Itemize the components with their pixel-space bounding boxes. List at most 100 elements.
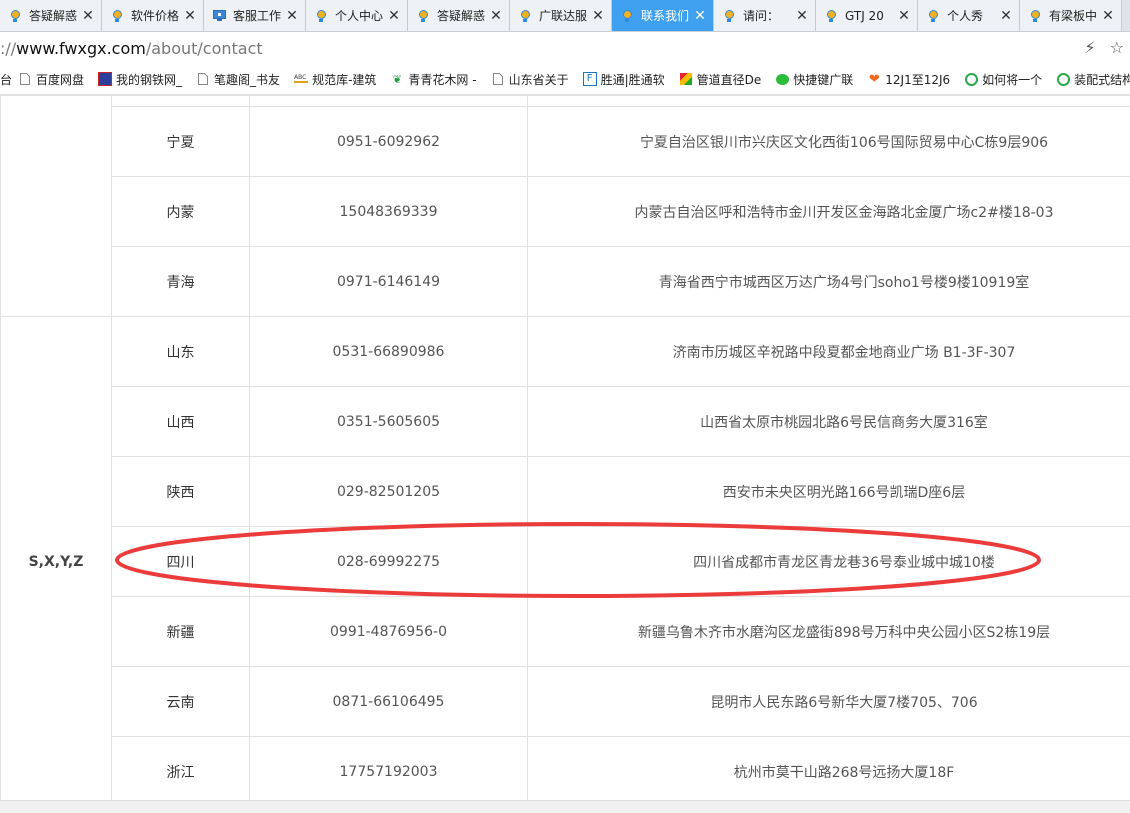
tab-label: 答疑解惑 bbox=[29, 7, 78, 24]
bookmark-label: 快捷键广联 bbox=[793, 71, 853, 88]
table-row: 宁夏0951-6092962宁夏自治区银川市兴庆区文化西街106号国际贸易中心C… bbox=[1, 107, 1130, 177]
monitor-icon bbox=[212, 9, 226, 23]
close-icon[interactable]: ✕ bbox=[387, 8, 401, 24]
puzzle-icon bbox=[679, 72, 693, 86]
phone-cell: 0951-6092962 bbox=[250, 107, 528, 177]
steel-icon bbox=[98, 72, 112, 86]
tab-7[interactable]: 请问：✕ bbox=[714, 0, 816, 31]
province-cell: 山东 bbox=[112, 317, 250, 387]
table-row bbox=[1, 96, 1130, 107]
tab-5[interactable]: 广联达服✕ bbox=[510, 0, 612, 31]
table-row: 云南0871-66106495昆明市人民东路6号新华大厦7楼705、706 bbox=[1, 667, 1130, 737]
bulb-icon bbox=[926, 9, 940, 23]
star-icon[interactable]: ☆ bbox=[1110, 38, 1124, 57]
page-icon bbox=[18, 72, 32, 86]
tab-4[interactable]: 答疑解惑✕ bbox=[408, 0, 510, 31]
tab-6[interactable]: 联系我们✕ bbox=[612, 0, 714, 31]
bookmark-label: 12J1至12J6 bbox=[885, 71, 950, 88]
horizontal-scrollbar[interactable] bbox=[0, 800, 1130, 813]
bookmark-2[interactable]: 我的钢铁网_ bbox=[98, 71, 182, 88]
tab-0[interactable]: 答疑解惑✕ bbox=[0, 0, 102, 31]
bookmark-9[interactable]: 快捷键广联 bbox=[775, 71, 853, 88]
bookmark-7[interactable]: F胜通|胜通软 bbox=[583, 71, 665, 88]
bookmarks-bar: 台 百度网盘 我的钢铁网_ 笔趣阁_书友 ABC规范库-建筑 ❦青青花木网 - 山东省关于 F… bbox=[0, 64, 1130, 95]
close-icon[interactable]: ✕ bbox=[795, 8, 809, 24]
tab-2[interactable]: 客服工作✕ bbox=[204, 0, 306, 31]
close-icon[interactable]: ✕ bbox=[285, 8, 299, 24]
bookmark-label: 装配式结构 bbox=[1074, 71, 1130, 88]
tab-3[interactable]: 个人中心✕ bbox=[306, 0, 408, 31]
contact-table-area: 宁夏0951-6092962宁夏自治区银川市兴庆区文化西街106号国际贸易中心C… bbox=[0, 95, 1130, 812]
close-icon[interactable]: ✕ bbox=[1101, 8, 1115, 24]
bookmark-10[interactable]: ❤ 12J1至12J6 bbox=[867, 71, 950, 88]
tab-label: 请问： bbox=[743, 7, 792, 24]
bookmark-label: 管道直径De bbox=[697, 71, 762, 88]
tab-strip: 答疑解惑✕软件价格✕客服工作✕个人中心✕答疑解惑✕广联达服✕联系我们✕请问：✕G… bbox=[0, 0, 1130, 32]
table-row: 陕西029-82501205西安市未央区明光路166号凯瑞D座6层 bbox=[1, 457, 1130, 527]
tab-10[interactable]: 有梁板中✕ bbox=[1020, 0, 1122, 31]
bookmark-label: 如何将一个 bbox=[982, 71, 1042, 88]
bulb-icon bbox=[518, 9, 532, 23]
province-cell bbox=[112, 96, 250, 107]
bookmark-4[interactable]: ABC规范库-建筑 bbox=[294, 71, 376, 88]
close-icon[interactable]: ✕ bbox=[81, 8, 95, 24]
bulb-icon bbox=[416, 9, 430, 23]
tab-8[interactable]: GTJ 20✕ bbox=[816, 0, 918, 31]
page-icon bbox=[491, 72, 505, 86]
phone-cell: 0531-66890986 bbox=[250, 317, 528, 387]
bulb-icon bbox=[1028, 9, 1042, 23]
close-icon[interactable]: ✕ bbox=[897, 8, 911, 24]
circle-icon bbox=[964, 72, 978, 86]
bookmark-8[interactable]: 管道直径De bbox=[679, 71, 762, 88]
bookmark-label: 百度网盘 bbox=[36, 71, 84, 88]
address-cell: 山西省太原市桃园北路6号民信商务大厦316室 bbox=[528, 387, 1130, 457]
close-icon[interactable]: ✕ bbox=[489, 8, 503, 24]
close-icon[interactable]: ✕ bbox=[183, 8, 197, 24]
close-icon[interactable]: ✕ bbox=[693, 8, 707, 24]
bulb-icon bbox=[110, 9, 124, 23]
phone-cell: 15048369339 bbox=[250, 177, 528, 247]
heart-icon: ❤ bbox=[867, 72, 881, 86]
phone-cell: 0351-5605605 bbox=[250, 387, 528, 457]
bulb-icon bbox=[722, 9, 736, 23]
bookmark-5[interactable]: ❦青青花木网 - bbox=[390, 71, 476, 88]
phone-cell: 17757192003 bbox=[250, 737, 528, 807]
bookmark-3[interactable]: 笔趣阁_书友 bbox=[196, 71, 280, 88]
close-icon[interactable]: ✕ bbox=[999, 8, 1013, 24]
address-cell: 新疆乌鲁木齐市水磨沟区龙盛街898号万科中央公园小区S2栋19层 bbox=[528, 597, 1130, 667]
url-text[interactable]: ://www.fwxgx.com/about/contact bbox=[0, 39, 263, 58]
bookmark-6[interactable]: 山东省关于 bbox=[491, 71, 569, 88]
address-cell: 青海省西宁市城西区万达广场4号门soho1号楼9楼10919室 bbox=[528, 247, 1130, 317]
bookmark-12[interactable]: 装配式结构 bbox=[1056, 71, 1130, 88]
table-row: 四川028-69992275四川省成都市青龙区青龙巷36号泰业城中城10楼 bbox=[1, 527, 1130, 597]
bulb-icon bbox=[620, 9, 634, 23]
leaf-icon: ❦ bbox=[390, 72, 404, 86]
ruler-icon: ABC bbox=[294, 72, 308, 86]
province-cell: 内蒙 bbox=[112, 177, 250, 247]
circle-icon bbox=[1056, 72, 1070, 86]
table-row: 山西0351-5605605山西省太原市桃园北路6号民信商务大厦316室 bbox=[1, 387, 1130, 457]
tab-label: GTJ 20 bbox=[845, 9, 894, 23]
tab-label: 客服工作 bbox=[233, 7, 282, 24]
close-icon[interactable]: ✕ bbox=[591, 8, 605, 24]
tab-9[interactable]: 个人秀✕ bbox=[918, 0, 1020, 31]
tab-label: 个人中心 bbox=[335, 7, 384, 24]
bookmark-label: 我的钢铁网_ bbox=[116, 71, 182, 88]
bookmark-label: 台 bbox=[0, 71, 12, 88]
bookmark-11[interactable]: 如何将一个 bbox=[964, 71, 1042, 88]
bookmark-1[interactable]: 百度网盘 bbox=[18, 71, 84, 88]
bookmark-0[interactable]: 台 bbox=[0, 71, 12, 88]
province-cell: 云南 bbox=[112, 667, 250, 737]
phone-cell: 0871-66106495 bbox=[250, 667, 528, 737]
bulb-icon bbox=[314, 9, 328, 23]
tab-1[interactable]: 软件价格✕ bbox=[102, 0, 204, 31]
tab-label: 答疑解惑 bbox=[437, 7, 486, 24]
page-icon bbox=[196, 72, 210, 86]
phone-cell: 028-69992275 bbox=[250, 527, 528, 597]
province-cell: 四川 bbox=[112, 527, 250, 597]
address-cell: 昆明市人民东路6号新华大厦7楼705、706 bbox=[528, 667, 1130, 737]
province-cell: 山西 bbox=[112, 387, 250, 457]
address-bar[interactable]: ://www.fwxgx.com/about/contact ⚡ ☆ bbox=[0, 32, 1130, 64]
address-cell bbox=[528, 96, 1130, 107]
lightning-icon[interactable]: ⚡ bbox=[1084, 38, 1095, 57]
